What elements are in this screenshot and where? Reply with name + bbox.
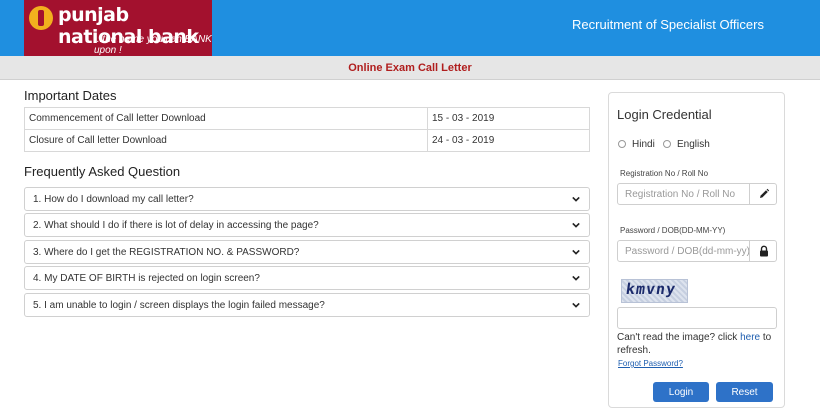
password-label: Password / DOB(DD-MM-YY) xyxy=(620,226,726,235)
captcha-refresh-link[interactable]: here xyxy=(740,332,760,343)
page-header-title: Recruitment of Specialist Officers xyxy=(572,17,764,32)
header: punjab national bank ...the name you can… xyxy=(0,0,820,56)
language-radio-hindi[interactable]: Hindi xyxy=(618,139,655,150)
captcha-input[interactable] xyxy=(617,307,777,329)
login-panel: Login Credential Hindi English Registrat… xyxy=(608,92,785,408)
radio-circle[interactable] xyxy=(618,140,626,148)
faq-question: 5. I am unable to login / screen display… xyxy=(33,300,325,311)
pencil-icon xyxy=(760,188,770,198)
important-dates-heading: Important Dates xyxy=(24,88,117,103)
password-input[interactable] xyxy=(618,241,750,261)
faq-item-2[interactable]: 2. What should I do if there is lot of d… xyxy=(24,213,590,237)
faq-item-3[interactable]: 3. Where do I get the REGISTRATION NO. &… xyxy=(24,240,590,264)
radio-circle[interactable] xyxy=(663,140,671,148)
registration-input-group xyxy=(617,183,777,205)
password-input-group xyxy=(617,240,777,262)
reset-button[interactable]: Reset xyxy=(716,382,773,402)
faq-item-4[interactable]: 4. My DATE OF BIRTH is rejected on login… xyxy=(24,266,590,290)
bank-tagline: ...the name you can BANK upon ! xyxy=(94,34,212,56)
faq-item-1[interactable]: 1. How do I download my call letter? xyxy=(24,187,590,211)
table-row: Commencement of Call letter Download 15 … xyxy=(24,107,590,130)
registration-label: Registration No / Roll No xyxy=(620,169,709,178)
faq-question: 3. Where do I get the REGISTRATION NO. &… xyxy=(33,247,300,258)
forgot-password-link[interactable]: Forgot Password? xyxy=(618,359,683,368)
date-label: Closure of Call letter Download xyxy=(24,129,428,152)
chevron-down-icon xyxy=(572,222,580,228)
radio-label: Hindi xyxy=(632,139,655,150)
faq-question: 2. What should I do if there is lot of d… xyxy=(33,220,319,231)
login-title: Login Credential xyxy=(617,107,712,122)
faq-item-5[interactable]: 5. I am unable to login / screen display… xyxy=(24,293,590,317)
chevron-down-icon xyxy=(572,249,580,255)
subheader-bar: Online Exam Call Letter xyxy=(0,56,820,80)
date-label: Commencement of Call letter Download xyxy=(24,107,428,130)
captcha-image: kmvny xyxy=(621,279,688,303)
pnb-emblem-icon xyxy=(29,6,53,30)
faq-question: 1. How do I download my call letter? xyxy=(33,194,194,205)
registration-input[interactable] xyxy=(618,184,750,204)
important-dates-table: Commencement of Call letter Download 15 … xyxy=(24,107,590,152)
pnb-logo[interactable]: punjab national bank ...the name you can… xyxy=(24,0,212,56)
captcha-text: kmvny xyxy=(624,280,678,298)
faq-question: 4. My DATE OF BIRTH is rejected on login… xyxy=(33,273,260,284)
lock-icon xyxy=(760,245,768,257)
radio-label: English xyxy=(677,139,710,150)
date-value: 24 - 03 - 2019 xyxy=(427,129,590,152)
chevron-down-icon xyxy=(572,196,580,202)
login-button[interactable]: Login xyxy=(653,382,709,402)
captcha-help-text: Can't read the image? click here to refr… xyxy=(617,332,772,356)
date-value: 15 - 03 - 2019 xyxy=(427,107,590,130)
chevron-down-icon xyxy=(572,302,580,308)
table-row: Closure of Call letter Download 24 - 03 … xyxy=(24,129,590,152)
faq-heading: Frequently Asked Question xyxy=(24,164,181,179)
subheader-title: Online Exam Call Letter xyxy=(348,62,472,74)
language-radio-english[interactable]: English xyxy=(663,139,710,150)
chevron-down-icon xyxy=(572,275,580,281)
